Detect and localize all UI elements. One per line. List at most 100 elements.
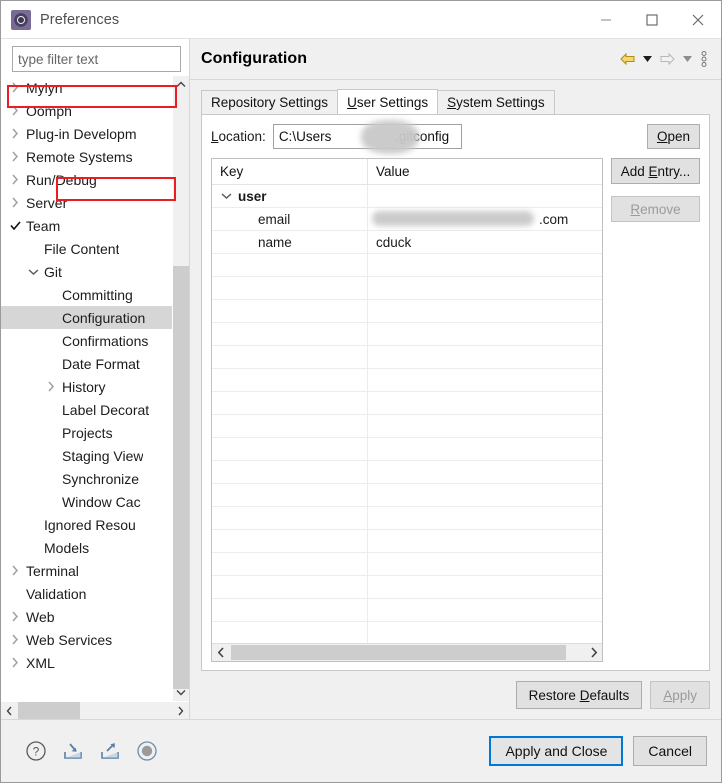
- chevron-right-icon[interactable]: [7, 611, 23, 622]
- scroll-left-icon[interactable]: [1, 702, 18, 719]
- close-icon[interactable]: [675, 1, 721, 38]
- tree-item-remote-systems[interactable]: Remote Systems: [1, 145, 172, 168]
- chevron-right-icon[interactable]: [7, 197, 23, 208]
- tree-item-staging-view[interactable]: Staging View: [1, 444, 172, 467]
- maximize-icon[interactable]: [629, 1, 675, 38]
- tree-item-window-cac[interactable]: Window Cac: [1, 490, 172, 513]
- back-arrow-icon[interactable]: [617, 49, 637, 69]
- restore-defaults-button[interactable]: Restore Defaults: [515, 681, 643, 709]
- open-button[interactable]: Open: [646, 124, 700, 149]
- column-header-key[interactable]: Key: [212, 159, 368, 184]
- tree-horizontal-scrollbar[interactable]: [1, 701, 189, 719]
- tab-user-settings[interactable]: User Settings: [337, 89, 439, 114]
- tree-item-validation[interactable]: Validation: [1, 582, 172, 605]
- tree-item-plug-in-developm[interactable]: Plug-in Developm: [1, 122, 172, 145]
- tree-item-web[interactable]: Web: [1, 605, 172, 628]
- chevron-right-icon[interactable]: [7, 657, 23, 668]
- table-row-empty[interactable]: [212, 277, 602, 300]
- config-table[interactable]: Key Value user email .com name cduck: [211, 158, 603, 662]
- import-icon[interactable]: [61, 739, 85, 763]
- status-icon[interactable]: [135, 739, 159, 763]
- tree-item-git[interactable]: Git: [1, 260, 172, 283]
- preferences-tree[interactable]: Mylyn Oomph Plug-in Developm Remote Systems…: [1, 76, 189, 701]
- tree-item-configuration[interactable]: Configuration: [1, 306, 172, 329]
- scroll-up-icon[interactable]: [173, 76, 189, 93]
- scrollbar-thumb[interactable]: [173, 266, 189, 689]
- table-row-empty[interactable]: [212, 530, 602, 553]
- tree-item-web-services[interactable]: Web Services: [1, 628, 172, 651]
- table-row-empty[interactable]: [212, 369, 602, 392]
- table-row-empty[interactable]: [212, 507, 602, 530]
- scroll-down-icon[interactable]: [173, 684, 189, 701]
- tree-item-confirmations[interactable]: Confirmations: [1, 329, 172, 352]
- table-row-empty[interactable]: [212, 392, 602, 415]
- table-row-empty[interactable]: [212, 254, 602, 277]
- chevron-right-icon[interactable]: [7, 174, 23, 185]
- tree-item-xml[interactable]: XML: [1, 651, 172, 674]
- help-icon[interactable]: ?: [24, 739, 48, 763]
- tab-repository-settings[interactable]: Repository Settings: [201, 90, 339, 114]
- tree-item-oomph[interactable]: Oomph: [1, 99, 172, 122]
- table-row[interactable]: user: [212, 185, 602, 208]
- scroll-right-icon[interactable]: [585, 644, 602, 661]
- location-input[interactable]: [272, 124, 462, 149]
- tree-item-run-debug[interactable]: Run/Debug: [1, 168, 172, 191]
- tree-item-ignored-resou[interactable]: Ignored Resou: [1, 513, 172, 536]
- scrollbar-thumb[interactable]: [231, 645, 566, 660]
- tree-item-models[interactable]: Models: [1, 536, 172, 559]
- search-input[interactable]: [12, 46, 181, 72]
- export-icon[interactable]: [98, 739, 122, 763]
- table-row-empty[interactable]: [212, 553, 602, 576]
- tree-item-label-decorat[interactable]: Label Decorat: [1, 398, 172, 421]
- table-row-empty[interactable]: [212, 415, 602, 438]
- tree-item-history[interactable]: History: [1, 375, 172, 398]
- view-menu-icon[interactable]: [697, 49, 711, 69]
- back-history-chevron-down-icon[interactable]: [640, 49, 654, 69]
- tree-item-synchronize[interactable]: Synchronize: [1, 467, 172, 490]
- table-horizontal-scrollbar[interactable]: [212, 643, 602, 661]
- add-entry-button[interactable]: Add Entry...: [611, 158, 700, 184]
- forward-arrow-icon[interactable]: [657, 49, 677, 69]
- apply-and-close-button[interactable]: Apply and Close: [489, 736, 624, 766]
- table-row-empty[interactable]: [212, 622, 602, 643]
- chevron-right-icon[interactable]: [43, 381, 59, 392]
- table-row-empty[interactable]: [212, 461, 602, 484]
- tree-item-mylyn[interactable]: Mylyn: [1, 76, 172, 99]
- table-row-empty[interactable]: [212, 323, 602, 346]
- tree-item-terminal[interactable]: Terminal: [1, 559, 172, 582]
- table-row[interactable]: name cduck: [212, 231, 602, 254]
- chevron-right-icon[interactable]: [7, 128, 23, 139]
- table-row-empty[interactable]: [212, 576, 602, 599]
- chevron-right-icon[interactable]: [7, 105, 23, 116]
- chevron-right-icon[interactable]: [7, 82, 23, 93]
- cancel-button[interactable]: Cancel: [633, 736, 707, 766]
- chevron-down-icon[interactable]: [25, 268, 41, 276]
- apply-button[interactable]: Apply: [650, 681, 710, 709]
- tree-vertical-scrollbar[interactable]: [172, 76, 189, 701]
- tree-item-team[interactable]: Team: [1, 214, 172, 237]
- table-row-empty[interactable]: [212, 438, 602, 461]
- chevron-right-icon[interactable]: [7, 565, 23, 576]
- tree-item-date-format[interactable]: Date Format: [1, 352, 172, 375]
- chevron-right-icon[interactable]: [7, 151, 23, 162]
- tree-item-projects[interactable]: Projects: [1, 421, 172, 444]
- check-icon[interactable]: [7, 221, 23, 230]
- remove-button[interactable]: Remove: [611, 196, 700, 222]
- table-row-empty[interactable]: [212, 346, 602, 369]
- minimize-icon[interactable]: [583, 1, 629, 38]
- column-header-value[interactable]: Value: [368, 159, 602, 184]
- scroll-right-icon[interactable]: [172, 702, 189, 719]
- tree-item-server[interactable]: Server: [1, 191, 172, 214]
- tab-system-settings[interactable]: System Settings: [437, 90, 555, 114]
- scroll-left-icon[interactable]: [212, 644, 229, 661]
- table-row-empty[interactable]: [212, 300, 602, 323]
- table-row-empty[interactable]: [212, 599, 602, 622]
- tree-item-file-content[interactable]: File Content: [1, 237, 172, 260]
- scrollbar-thumb[interactable]: [18, 702, 80, 719]
- table-row[interactable]: email .com: [212, 208, 602, 231]
- forward-history-chevron-down-icon[interactable]: [680, 49, 694, 69]
- chevron-down-icon[interactable]: [218, 192, 234, 200]
- chevron-right-icon[interactable]: [7, 634, 23, 645]
- tree-item-committing[interactable]: Committing: [1, 283, 172, 306]
- table-row-empty[interactable]: [212, 484, 602, 507]
